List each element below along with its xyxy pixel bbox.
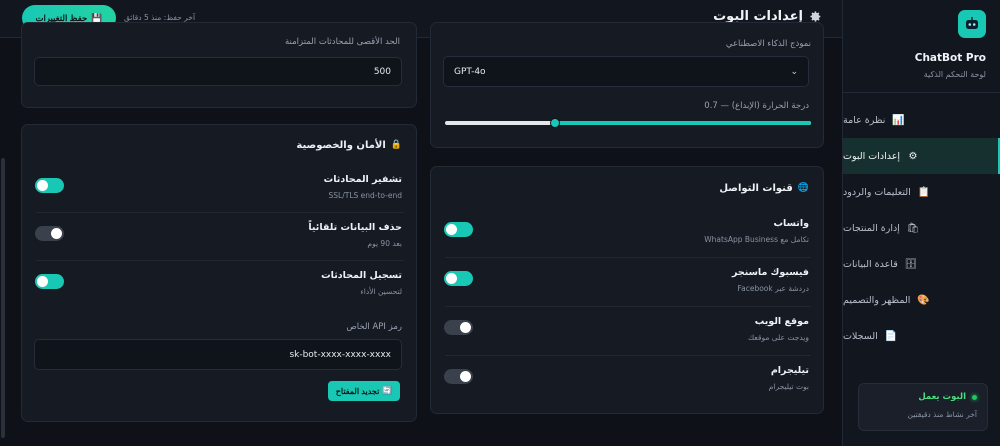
sidebar: ChatBot Pro لوحة التحكم الذكية 📊 نظرة عام… [842,0,1000,446]
encrypt-chats-toggle[interactable] [35,178,64,193]
regenerate-key-button[interactable]: 🔄 تجديد المفتاح [328,381,400,401]
auto-delete-title: حذف البيانات تلقائياً [308,222,402,233]
ai-model-select[interactable]: ⌄ GPT-4o [443,56,809,87]
channels-card: 🌐 قنوات التواصل واتساب تكامل مع WhatsApp … [430,166,824,414]
palette-icon: 🎨 [917,294,930,306]
status-subtitle: آخر نشاط منذ دقيقتين [907,410,977,419]
max-conversations-input[interactable]: 500 [34,57,402,86]
api-key-input[interactable]: sk-bot-xxxx-xxxx-xxxx [34,339,402,370]
temperature-slider-fill [554,121,811,125]
brand-subtitle: لوحة التحكم الذكية [923,70,986,79]
log-icon: 📄 [884,330,897,342]
row-divider [36,212,404,213]
whatsapp-toggle[interactable] [444,222,473,237]
temperature-label: درجة الحرارة (الإبداع) — 0.7 [704,101,809,111]
whatsapp-subtitle: تكامل مع WhatsApp Business [704,235,809,244]
ai-model-value: GPT-4o [454,66,486,77]
globe-icon: 🌐 [797,183,809,193]
sidebar-item-products[interactable]: 🛍 إدارة المنتجات [843,210,1000,246]
toggle-knob [446,273,457,284]
robot-logo-icon [958,10,986,38]
sidebar-item-label: نظرة عامة [843,114,886,126]
max-conversations-label: الحد الأقصى للمحادثات المتزامنة [284,37,400,47]
facebook-messenger-title: فيسبوك ماسنجر [731,267,809,278]
security-card: 🔒 الأمان والخصوصية تشفير المحادثات SSL/TL… [21,124,417,422]
sidebar-item-logs[interactable]: 📄 السجلات [843,318,1000,354]
sidebar-item-instructions[interactable]: 📋 التعليمات والردود [843,174,1000,210]
gear-icon: ⚙ [908,150,918,162]
sidebar-divider [842,92,1000,93]
max-conversations-value: 500 [373,66,391,77]
encrypt-chats-title: تشفير المحادثات [323,174,402,185]
log-chats-title: تسجيل المحادثات [321,270,402,281]
notes-icon: 📋 [917,186,930,198]
sidebar-item-label: السجلات [843,330,878,342]
auto-delete-subtitle: بعد 90 يوم [367,239,402,248]
api-key-value: sk-bot-xxxx-xxxx-xxxx [289,349,391,360]
toggle-knob [460,322,471,333]
content-scrollbar[interactable] [0,38,6,446]
sidebar-item-database[interactable]: 🗄 قاعدة البيانات [843,246,1000,282]
sidebar-item-label: التعليمات والردود [843,186,911,198]
website-title: موقع الويب [754,316,809,327]
chevron-down-icon: ⌄ [790,66,798,77]
status-title: البوت يعمل [918,392,966,402]
sidebar-item-label: قاعدة البيانات [843,258,898,270]
facebook-messenger-subtitle: دردشة عبر Facebook [737,284,809,293]
encrypt-chats-subtitle: SSL/TLS end-to-end [328,191,402,200]
chart-icon: 📊 [892,114,905,126]
temperature-slider-thumb[interactable] [549,118,560,128]
row-divider [445,306,811,307]
row-divider [445,355,811,356]
status-dot [972,394,977,400]
telegram-toggle[interactable] [444,369,473,384]
security-title: الأمان والخصوصية [296,140,386,151]
auto-delete-toggle[interactable] [35,226,64,241]
sidebar-item-bot-settings[interactable]: ⚙ إعدادات البوت [843,138,1000,174]
telegram-subtitle: بوت تيليجرام [768,382,809,391]
refresh-icon: 🔄 [382,386,393,395]
log-chats-toggle[interactable] [35,274,64,289]
row-divider [445,257,811,258]
toggle-knob [446,224,457,235]
whatsapp-title: واتساب [773,218,809,229]
sidebar-item-label: إدارة المنتجات [843,222,900,234]
sidebar-item-overview[interactable]: 📊 نظرة عامة [843,102,1000,138]
facebook-messenger-toggle[interactable] [444,271,473,286]
toggle-knob [37,180,48,191]
channels-title: قنوات التواصل [719,183,793,194]
telegram-title: تيليجرام [770,365,809,376]
log-chats-subtitle: لتحسين الأداء [360,287,402,296]
sidebar-nav: 📊 نظرة عامة ⚙ إعدادات البوت 📋 التعليمات والرد… [843,102,1000,354]
ai-model-label: نموذج الذكاء الاصطناعي [725,39,811,49]
api-key-label: رمز API الخاص [346,322,402,332]
toggle-knob [460,371,471,382]
bot-status-card: البوت يعمل آخر نشاط منذ دقيقتين [858,383,988,431]
scrollbar-thumb[interactable] [1,158,5,438]
website-toggle[interactable] [444,320,473,335]
database-icon: 🗄 [904,258,918,270]
shopping-bags-icon: 🛍 [906,222,920,234]
toggle-knob [51,228,62,239]
sidebar-item-label: إعدادات البوت [843,150,901,162]
brand: ChatBot Pro لوحة التحكم الذكية [856,10,986,79]
row-divider [36,260,404,261]
sidebar-item-label: المظهر والتصميم [843,294,911,306]
ai-model-card: نموذج الذكاء الاصطناعي ⌄ GPT-4o درجة الح… [430,22,824,148]
website-subtitle: ويدجت على موقعك [747,333,809,342]
last-saved-text: آخر حفظ: منذ 5 دقائق [124,13,196,22]
brand-name: ChatBot Pro [914,52,986,64]
lock-icon: 🔒 [390,140,402,150]
limits-card: الحد الأقصى للمحادثات المتزامنة 500 [21,22,417,108]
sidebar-item-appearance[interactable]: 🎨 المظهر والتصميم [843,282,1000,318]
toggle-knob [37,276,48,287]
regenerate-key-label: تجديد المفتاح [335,386,380,396]
